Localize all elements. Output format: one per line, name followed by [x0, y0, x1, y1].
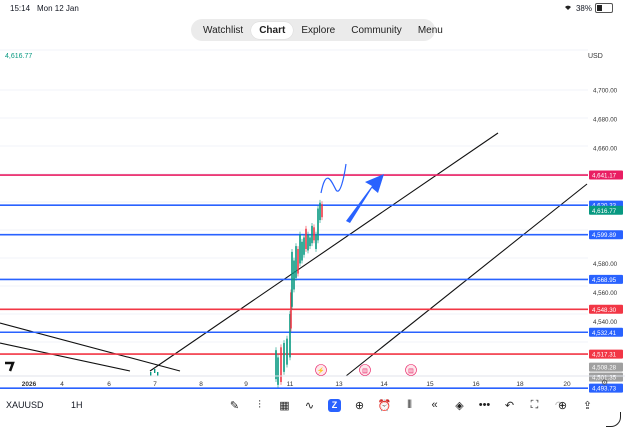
candle-body — [299, 234, 301, 264]
price-axis-label: 4,580.00 — [593, 261, 618, 268]
level-tag-text: 4,532.41 — [592, 330, 617, 337]
candle-body — [301, 241, 303, 261]
candle-body — [293, 260, 295, 290]
date-axis-label: 14 — [380, 381, 388, 388]
candle-body — [280, 347, 282, 382]
grid-icon[interactable]: ▦ — [272, 396, 297, 414]
date-axis-label: 7 — [153, 381, 157, 388]
indicator-icon[interactable]: ∿ — [297, 396, 322, 414]
undo-icon[interactable]: ↶ — [497, 396, 522, 414]
candle-body — [307, 234, 309, 251]
event-marker-glyph: ▤ — [408, 369, 414, 375]
candle-body — [297, 249, 299, 274]
candle-body — [303, 237, 305, 255]
candle-body — [309, 237, 311, 247]
date-axis-label: 4 — [60, 381, 64, 388]
alarm-icon[interactable]: ⏰ — [372, 396, 397, 414]
drawing-toolbar: ✎ ⫶ ▦ ∿ Z ⊕ ⏰ ⦀ « ◈ ••• ↶ ⛶ ↷ — [222, 396, 572, 414]
trend-line — [0, 342, 131, 372]
price-axis-label: 4,680.00 — [593, 116, 618, 123]
date-axis-label: 18 — [516, 381, 524, 388]
date-axis-label: 13 — [335, 381, 343, 388]
candle-body — [315, 234, 317, 250]
rewind-icon[interactable]: « — [422, 396, 447, 414]
candle-body — [283, 342, 285, 372]
candle-body — [291, 251, 293, 307]
candle-body — [317, 208, 319, 241]
price-chart[interactable]: 4,641.174,620.334,616.774,599.894,568.95… — [0, 0, 625, 431]
layers-icon[interactable]: ◈ — [447, 396, 472, 414]
candle-body — [154, 369, 156, 373]
candle-body — [305, 228, 307, 250]
replay-icon[interactable]: ⦀ — [397, 396, 422, 414]
more-icon[interactable]: ••• — [472, 396, 497, 414]
date-axis-label: 16 — [472, 381, 480, 388]
price-axis-label: 4,700.00 — [593, 88, 618, 95]
add-circle-icon[interactable]: ⊕ — [550, 396, 575, 414]
date-axis-label: 2026 — [22, 381, 37, 388]
projection-curve — [320, 163, 347, 194]
currency-button[interactable]: USD — [588, 53, 603, 60]
candle-body — [313, 227, 315, 241]
candle-body — [150, 372, 152, 376]
level-tag-text: 4,508.28 — [592, 365, 617, 372]
pencil-icon[interactable]: ✎ — [222, 396, 247, 414]
event-marker-glyph: ⚡ — [317, 367, 324, 375]
right-toolbar: ⊕ ⇪ — [550, 396, 600, 414]
level-tag-text: 4,568.95 — [592, 277, 617, 284]
candle-body — [157, 372, 159, 376]
candle-body — [295, 246, 297, 278]
candle-body — [275, 350, 277, 380]
candle-body — [319, 202, 321, 221]
share-icon[interactable]: ⇪ — [575, 396, 600, 414]
chart-type-icon[interactable]: ⫶ — [247, 396, 272, 414]
date-axis-label: 11 — [287, 381, 294, 388]
price-axis-label: 4,660.00 — [593, 145, 618, 152]
price-axis-label: 4,540.00 — [593, 319, 618, 326]
level-tag-text: 4,548.30 — [592, 307, 617, 314]
projection-arrow — [346, 174, 384, 223]
logo-icon — [5, 361, 15, 372]
settings-gear-icon[interactable]: ⚙ — [601, 378, 608, 387]
last-price-label: 4,616.77 — [5, 53, 33, 60]
event-marker-glyph: ▤ — [362, 369, 368, 375]
date-axis-label: 6 — [107, 381, 111, 388]
trend-line — [149, 132, 499, 372]
level-tag-text: 4,616.77 — [592, 208, 617, 215]
date-axis-label: 9 — [244, 381, 248, 388]
alert-logo-icon[interactable]: Z — [322, 396, 347, 414]
candle-body — [321, 204, 323, 218]
candle-body — [311, 225, 313, 244]
date-axis-label: 15 — [426, 381, 434, 388]
plus-circle-icon[interactable]: ⊕ — [347, 396, 372, 414]
timeframe-button[interactable]: 1H — [71, 400, 83, 410]
candle-body — [277, 357, 279, 385]
price-axis-label: 4,560.00 — [593, 290, 618, 297]
date-axis-label: 20 — [563, 381, 571, 388]
candle-body — [286, 338, 288, 365]
date-axis-label: 8 — [199, 381, 203, 388]
level-tag-text: 4,599.89 — [592, 232, 617, 239]
level-tag-text: 4,641.17 — [592, 173, 617, 180]
fullscreen-icon[interactable]: ⛶ — [522, 396, 547, 414]
symbol-name[interactable]: XAUUSD — [6, 400, 44, 410]
level-tag-text: 4,517.31 — [592, 352, 617, 359]
trend-line — [0, 322, 181, 372]
